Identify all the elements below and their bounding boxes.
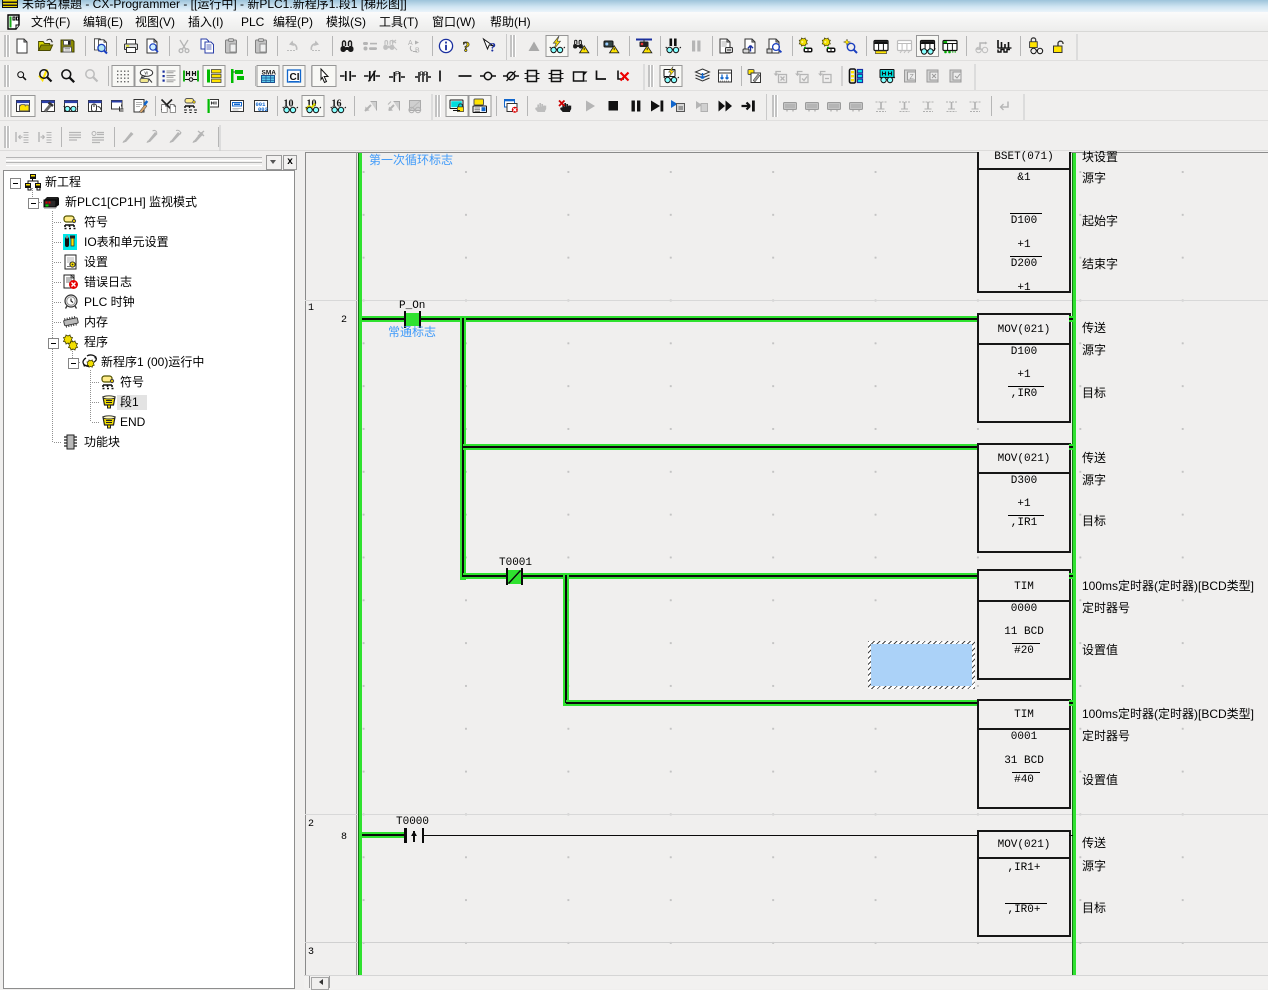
svg-text:?: ? — [490, 40, 497, 55]
svg-text:?: ? — [463, 40, 471, 56]
svg-text:w: w — [145, 71, 149, 77]
svg-text:P: P — [424, 71, 428, 78]
svg-text:Z: Z — [910, 74, 915, 81]
svg-text:002: 002 — [258, 106, 268, 113]
svg-text:P: P — [395, 71, 400, 78]
